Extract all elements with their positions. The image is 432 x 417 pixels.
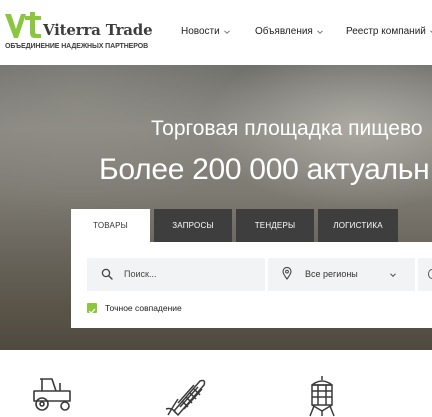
tab-goods[interactable]: ТОВАРЫ [71,209,150,242]
region-value: Все регионы [305,269,358,279]
region-select[interactable]: Все регионы [268,258,415,291]
search-panel: Поиск... Все регионы Точное совпадение [71,242,432,328]
hero-subtitle: Более 200 000 актуальн [99,153,430,186]
nav-item-news[interactable]: Новости [181,26,255,37]
categories-strip [0,350,432,417]
brand-tagline: ОБЪЕДИНЕНИЕ НАДЕЖНЫХ ПАРТНЕРОВ [5,43,149,50]
main-nav: Новости Объявления Реестр компаний [181,26,432,37]
search-icon [101,268,113,280]
hero-title: Торговая площадка пищево [151,117,423,140]
brand-name: Viterra Trade [43,21,153,39]
search-input[interactable]: Поиск... [87,258,265,291]
search-tabs: ТОВАРЫ ЗАПРОСЫ ТЕНДЕРЫ ЛОГИСТИКА [71,209,398,242]
chevron-down-icon [317,29,323,34]
location-pin-icon [282,267,292,280]
corn-icon[interactable] [164,375,210,417]
exact-match-checkbox[interactable] [87,303,97,315]
tractor-icon[interactable] [30,375,76,413]
chevron-down-icon [223,29,230,34]
filter-icon [428,269,432,279]
chevron-down-icon [390,273,396,278]
check-icon [88,308,96,315]
tab-requests[interactable]: ЗАПРОСЫ [154,209,232,242]
tab-tenders[interactable]: ТЕНДЕРЫ [236,209,314,242]
site-logo[interactable]: Viterra Trade ОБЪЕДИНЕНИЕ НАДЕЖНЫХ ПАРТН… [4,12,153,56]
grain-elevator-icon[interactable] [304,375,340,417]
nav-item-companies[interactable]: Реестр компаний [346,26,432,37]
nav-item-ads[interactable]: Объявления [255,26,346,37]
tab-logistics[interactable]: ЛОГИСТИКА [318,209,398,242]
nav-item-label: Реестр компаний [346,26,426,37]
search-placeholder: Поиск... [124,269,157,279]
nav-item-label: Новости [181,26,220,37]
site-header: Viterra Trade ОБЪЕДИНЕНИЕ НАДЕЖНЫХ ПАРТН… [0,0,432,65]
exact-match-label: Точное совпадение [105,303,182,313]
logo-mark-icon [5,12,41,38]
extra-filter-field[interactable] [418,258,432,291]
nav-item-label: Объявления [255,26,313,37]
